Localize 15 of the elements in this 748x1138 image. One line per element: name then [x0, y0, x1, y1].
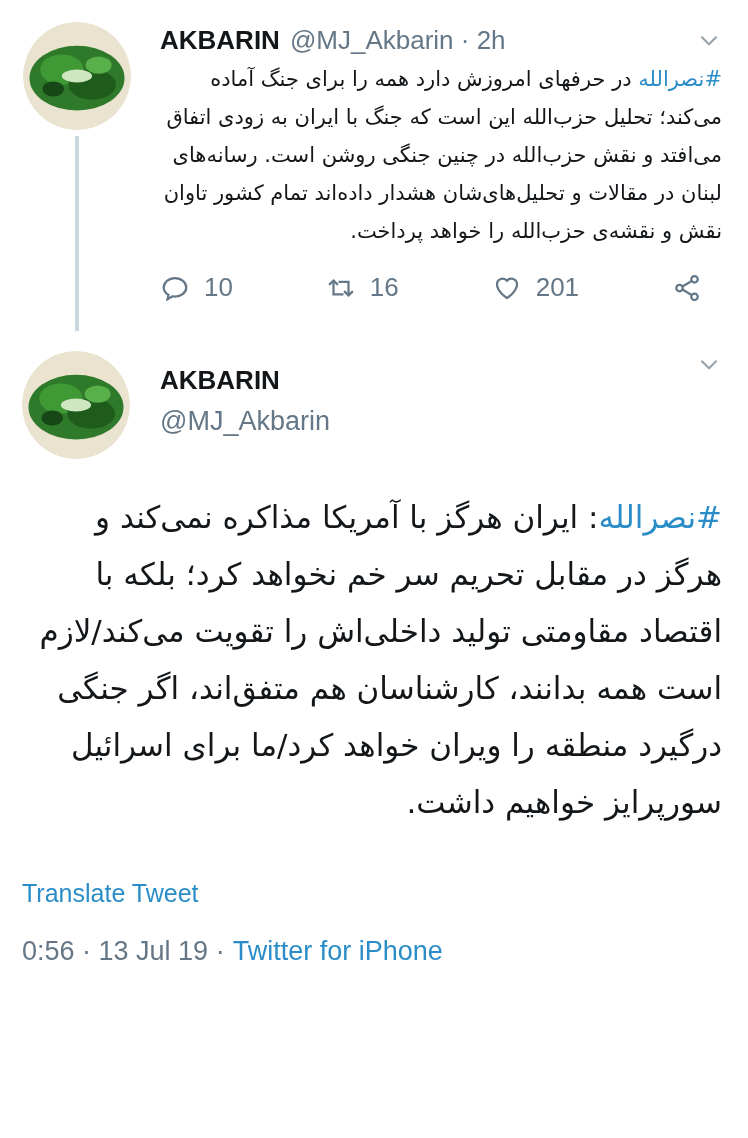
- hashtag-link[interactable]: #نصرالله: [598, 499, 722, 535]
- like-count[interactable]: 201: [535, 272, 580, 303]
- tweet-text: #نصرالله در حرفهای امروزش دارد همه را برای جنگ آماده می‌کند؛ تحلیل حزب‌الله این است که جنگ با ایران به زودی اتفاق می‌افتد و نقش حزب‌الله در چنین جنگی روشن است. رسانه‌های لبنان در مقالات و تحلیل‌های‌شان هشدار داده‌اند تمام کشور تاوان نقش و نقشه‌ی حزب‌الله را خواهد پرداخت.: [162, 66, 722, 245]
- hashtag-link[interactable]: #نصرالله: [638, 67, 722, 91]
- user-name[interactable]: AKBARIN: [160, 365, 696, 396]
- source-link[interactable]: Twitter for iPhone: [232, 936, 443, 967]
- retweet-count[interactable]: 16: [369, 272, 399, 303]
- user-handle[interactable]: @MJ_Akbarin · 2h: [289, 24, 506, 56]
- share-icon[interactable]: [672, 272, 702, 303]
- user-handle[interactable]: @MJ_Akbarin: [160, 406, 696, 437]
- user-name[interactable]: AKBARIN: [160, 24, 280, 56]
- translate-link[interactable]: Translate Tweet: [22, 879, 199, 908]
- timestamp: 0:56 · 13 Jul 19 ·: [22, 936, 225, 967]
- tweet-text: #نصرالله: ایران هرگز با آمریکا مذاکره نمی‌کند و هرگز در مقابل تحریم سر خم نخواهد کرد؛ بلکه با اقتصاد مقاومتی تولید داخلی‌اش را تقویت می‌کند/لازم است همه بدانند، کارشناسان هم متفق‌اند، اگر جنگی درگیرد منطقه را ویران خواهد کرد/ما برای اسرائیل سورپرایز خواهیم داشت.: [38, 498, 722, 823]
- reply-count[interactable]: 10: [204, 272, 233, 303]
